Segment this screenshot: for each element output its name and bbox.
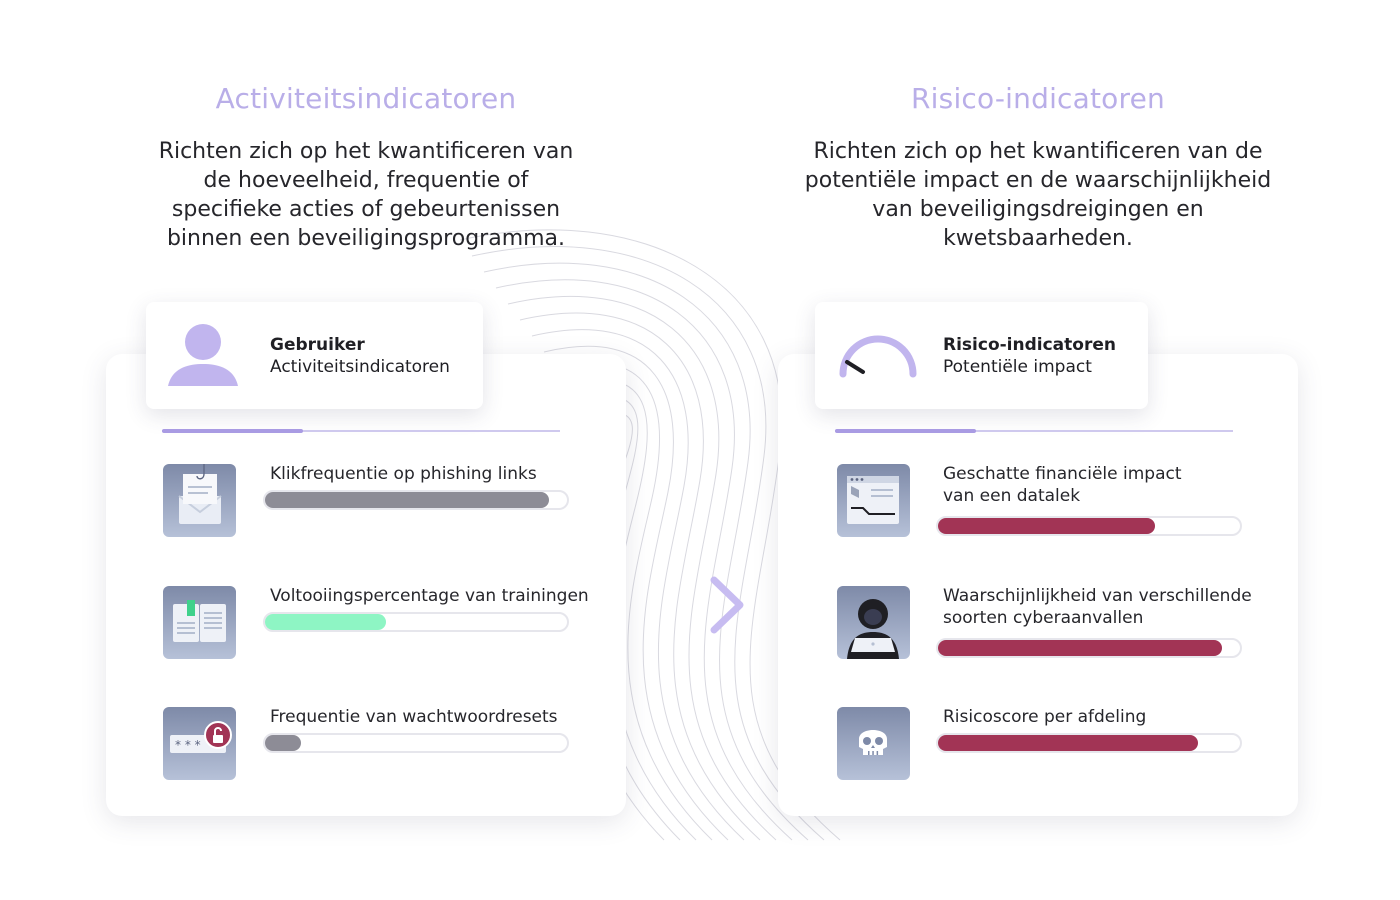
risk-item-bar-fill <box>938 735 1198 751</box>
left-tab-indicator <box>162 429 303 433</box>
activity-item-bar-fill <box>265 492 549 508</box>
left-tab-divider <box>162 429 560 433</box>
risk-tag: Risico-indicatoren Potentiële impact <box>815 302 1148 409</box>
risk-item-label: Geschatte financiële impact van een data… <box>943 463 1182 507</box>
activity-item-bar-fill <box>265 614 386 630</box>
activity-item-bar <box>263 612 569 632</box>
risk-item-bar <box>936 638 1242 658</box>
skull-icon <box>837 707 910 780</box>
right-tab-indicator <box>835 429 976 433</box>
risk-item-bar-fill <box>938 518 1155 534</box>
risk-item-label-line2: soorten cyberaanvallen <box>943 608 1144 628</box>
right-arrow-icon <box>660 576 744 634</box>
activity-item-label: Klikfrequentie op phishing links <box>270 464 537 484</box>
password-reset-icon: * * * <box>163 707 236 780</box>
risk-item-bar <box>936 733 1242 753</box>
hacker-icon <box>837 586 910 659</box>
risk-tag-subtitle: Potentiële impact <box>943 357 1092 377</box>
risk-indicators-header: Risico-indicatoren Richten zich op het k… <box>800 82 1276 253</box>
svg-text:* * *: * * * <box>175 738 201 752</box>
activity-item-label: Frequentie van wachtwoordresets <box>270 707 558 727</box>
risk-item-label: Waarschijnlijkheid van verschillende soo… <box>943 585 1252 629</box>
risk-indicators-description: Richten zich op het kwantificeren van de… <box>804 139 1272 251</box>
risk-item-bar-fill <box>938 640 1222 656</box>
activity-indicators-description: Richten zich op het kwantificeren van de… <box>158 139 574 251</box>
risk-item-label-line2: van een datalek <box>943 486 1081 506</box>
risk-item-label-line1: Geschatte financiële impact <box>943 464 1182 484</box>
risk-item-label-line1: Risicoscore per afdeling <box>943 707 1147 727</box>
risk-item-label-line1: Waarschijnlijkheid van verschillende <box>943 586 1252 606</box>
risk-item-label: Risicoscore per afdeling <box>943 706 1146 728</box>
activity-indicators-title: Activiteitsindicatoren <box>215 82 517 115</box>
risk-tag-title: Risico-indicatoren <box>943 335 1116 355</box>
right-tab-divider <box>835 429 1233 433</box>
activity-item-label: Voltooiingspercentage van trainingen <box>270 586 589 606</box>
risk-indicators-title: Risico-indicatoren <box>911 82 1165 115</box>
activity-indicators-header: Activiteitsindicatoren Richten zich op h… <box>150 82 582 253</box>
user-icon <box>168 324 238 386</box>
training-book-icon <box>163 586 236 659</box>
risk-item-bar <box>936 516 1242 536</box>
user-tag-subtitle: Activiteitsindicatoren <box>270 357 450 377</box>
user-tag-title: Gebruiker <box>270 335 365 355</box>
data-breach-chart-icon <box>837 464 910 537</box>
gauge-icon <box>839 335 917 378</box>
activity-item-bar <box>263 490 569 510</box>
activity-item-bar-fill <box>265 735 301 751</box>
user-tag: Gebruiker Activiteitsindicatoren <box>146 302 483 409</box>
phishing-email-icon <box>163 464 236 537</box>
activity-item-bar <box>263 733 569 753</box>
